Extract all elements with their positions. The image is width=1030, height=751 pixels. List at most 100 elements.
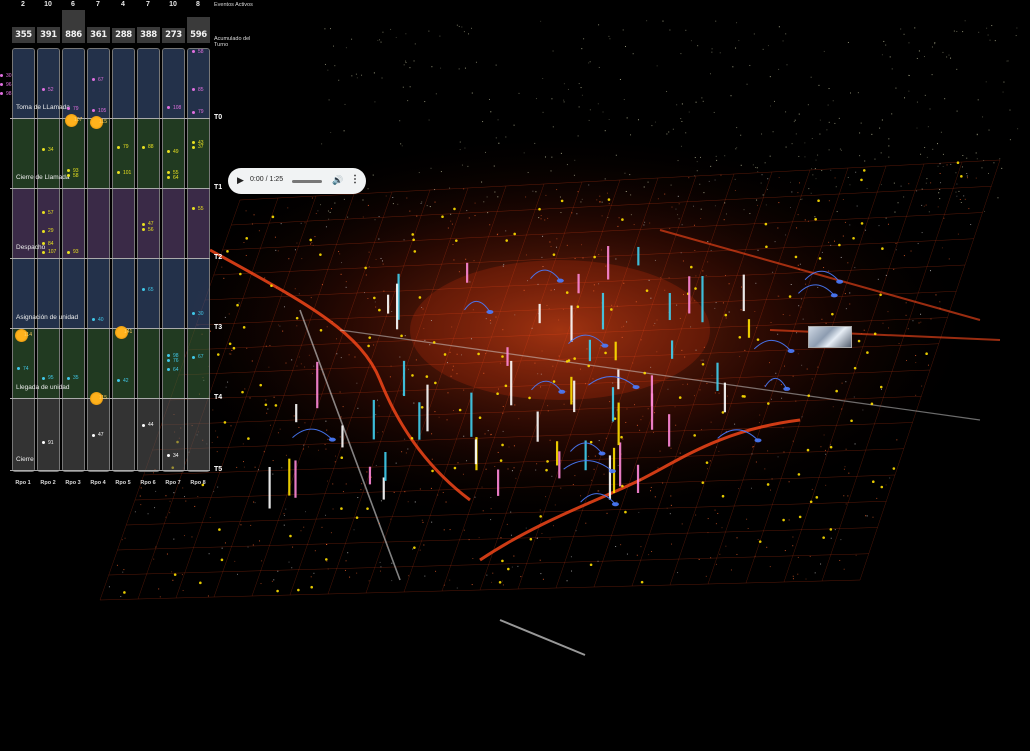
event-marker[interactable]: 96 [0, 82, 12, 88]
city-light [785, 111, 787, 113]
event-dot [17, 366, 20, 370]
event-marker[interactable]: 91 [42, 440, 54, 446]
city-light [554, 504, 556, 506]
region-column[interactable] [137, 48, 160, 472]
event-marker[interactable]: 65 [142, 287, 154, 293]
event-marker[interactable]: 57 [42, 210, 54, 216]
stage-label: Cierre [16, 456, 34, 463]
city-light [446, 362, 448, 364]
stage-divider [10, 398, 210, 399]
event-label: 57 [48, 209, 54, 216]
event-marker[interactable]: 44 [142, 422, 154, 428]
event-marker[interactable]: 85 [192, 87, 204, 93]
event-label: 58 [198, 48, 204, 55]
event-marker[interactable]: 84 [42, 241, 54, 247]
event-marker[interactable]: 76 [167, 358, 179, 364]
city-light [300, 363, 302, 365]
event-marker[interactable]: 79 [192, 109, 204, 115]
city-light [591, 479, 593, 481]
event-marker[interactable]: 37 [192, 144, 204, 150]
event-marker[interactable]: 58 [67, 173, 79, 179]
event-marker[interactable]: 34 [42, 147, 54, 153]
play-icon[interactable]: ▶ [237, 175, 244, 186]
event-marker[interactable]: 64 [167, 175, 179, 181]
event-marker-dot [645, 289, 649, 292]
event-marker[interactable]: 93 [67, 249, 79, 255]
event-marker[interactable]: 30 [192, 311, 204, 317]
city-light [582, 257, 584, 259]
city-light [657, 198, 659, 200]
camera-thumbnail[interactable] [808, 326, 852, 348]
event-marker[interactable]: 74 [17, 366, 29, 372]
event-marker[interactable]: 105 [92, 108, 106, 114]
event-marker[interactable]: 95 [42, 375, 54, 381]
city-light [607, 217, 609, 219]
city-light [375, 306, 377, 308]
event-marker[interactable]: 79 [67, 106, 79, 112]
city-light [450, 220, 452, 222]
city-light [770, 321, 772, 323]
region-column[interactable] [12, 48, 35, 472]
event-marker[interactable]: 49 [167, 149, 179, 155]
event-marker[interactable]: 67 [192, 354, 204, 360]
city-light [578, 106, 580, 108]
city-light [744, 349, 746, 351]
city-light [988, 129, 990, 131]
city-light [564, 361, 566, 363]
city-light [797, 214, 799, 216]
city-light [804, 142, 806, 144]
event-label: 93 [73, 249, 79, 256]
city-light [859, 155, 861, 157]
city-light [928, 211, 930, 213]
city-light [939, 301, 941, 303]
city-light [277, 570, 279, 572]
event-marker[interactable]: 47 [92, 432, 104, 438]
event-marker[interactable]: 98 [0, 91, 12, 97]
event-marker[interactable]: 40 [92, 317, 104, 323]
city-light [715, 302, 717, 304]
event-marker[interactable]: 108 [167, 105, 181, 111]
city-light [956, 110, 958, 112]
city-light [930, 182, 932, 184]
city-light [265, 345, 267, 347]
event-marker[interactable]: 101 [117, 170, 131, 176]
event-marker[interactable]: 67 [92, 77, 104, 83]
city-light [373, 344, 375, 346]
city-light [740, 164, 742, 166]
city-light [772, 131, 774, 133]
event-dot [192, 49, 195, 53]
city-light [881, 119, 883, 121]
city-light [948, 54, 950, 56]
city-light [353, 529, 355, 531]
event-marker[interactable]: 107 [42, 249, 56, 255]
city-light [843, 495, 845, 497]
event-marker[interactable]: 58 [192, 49, 204, 55]
volume-icon[interactable]: 🔊 [332, 175, 343, 186]
event-marker[interactable]: 79 [117, 144, 129, 150]
event-marker[interactable]: 55 [192, 206, 204, 212]
region-column[interactable] [162, 48, 185, 472]
event-marker[interactable]: 42 [117, 378, 129, 384]
city-light [437, 494, 439, 496]
event-marker[interactable]: 64 [167, 367, 179, 373]
city-light [147, 513, 149, 515]
event-marker-dot [420, 405, 424, 409]
city-light [280, 223, 282, 225]
event-marker[interactable]: 88 [142, 144, 154, 150]
event-marker[interactable]: 34 [167, 453, 179, 459]
region-column[interactable] [37, 48, 60, 472]
more-options-icon[interactable]: ⋮ [350, 174, 360, 185]
event-marker[interactable]: 52 [42, 87, 54, 93]
event-marker[interactable]: 29 [42, 228, 54, 234]
audio-progress-bar[interactable] [292, 180, 322, 183]
city-light [755, 166, 757, 168]
event-marker[interactable]: 35 [67, 375, 79, 381]
event-marker[interactable]: 56 [142, 227, 154, 233]
stage-tick-label: T0 [214, 114, 223, 121]
stage-band [163, 329, 184, 399]
region-column[interactable] [112, 48, 135, 472]
city-light [576, 213, 578, 215]
city-light [793, 121, 795, 123]
event-marker[interactable]: 30 [0, 73, 12, 79]
city-light [874, 158, 876, 160]
